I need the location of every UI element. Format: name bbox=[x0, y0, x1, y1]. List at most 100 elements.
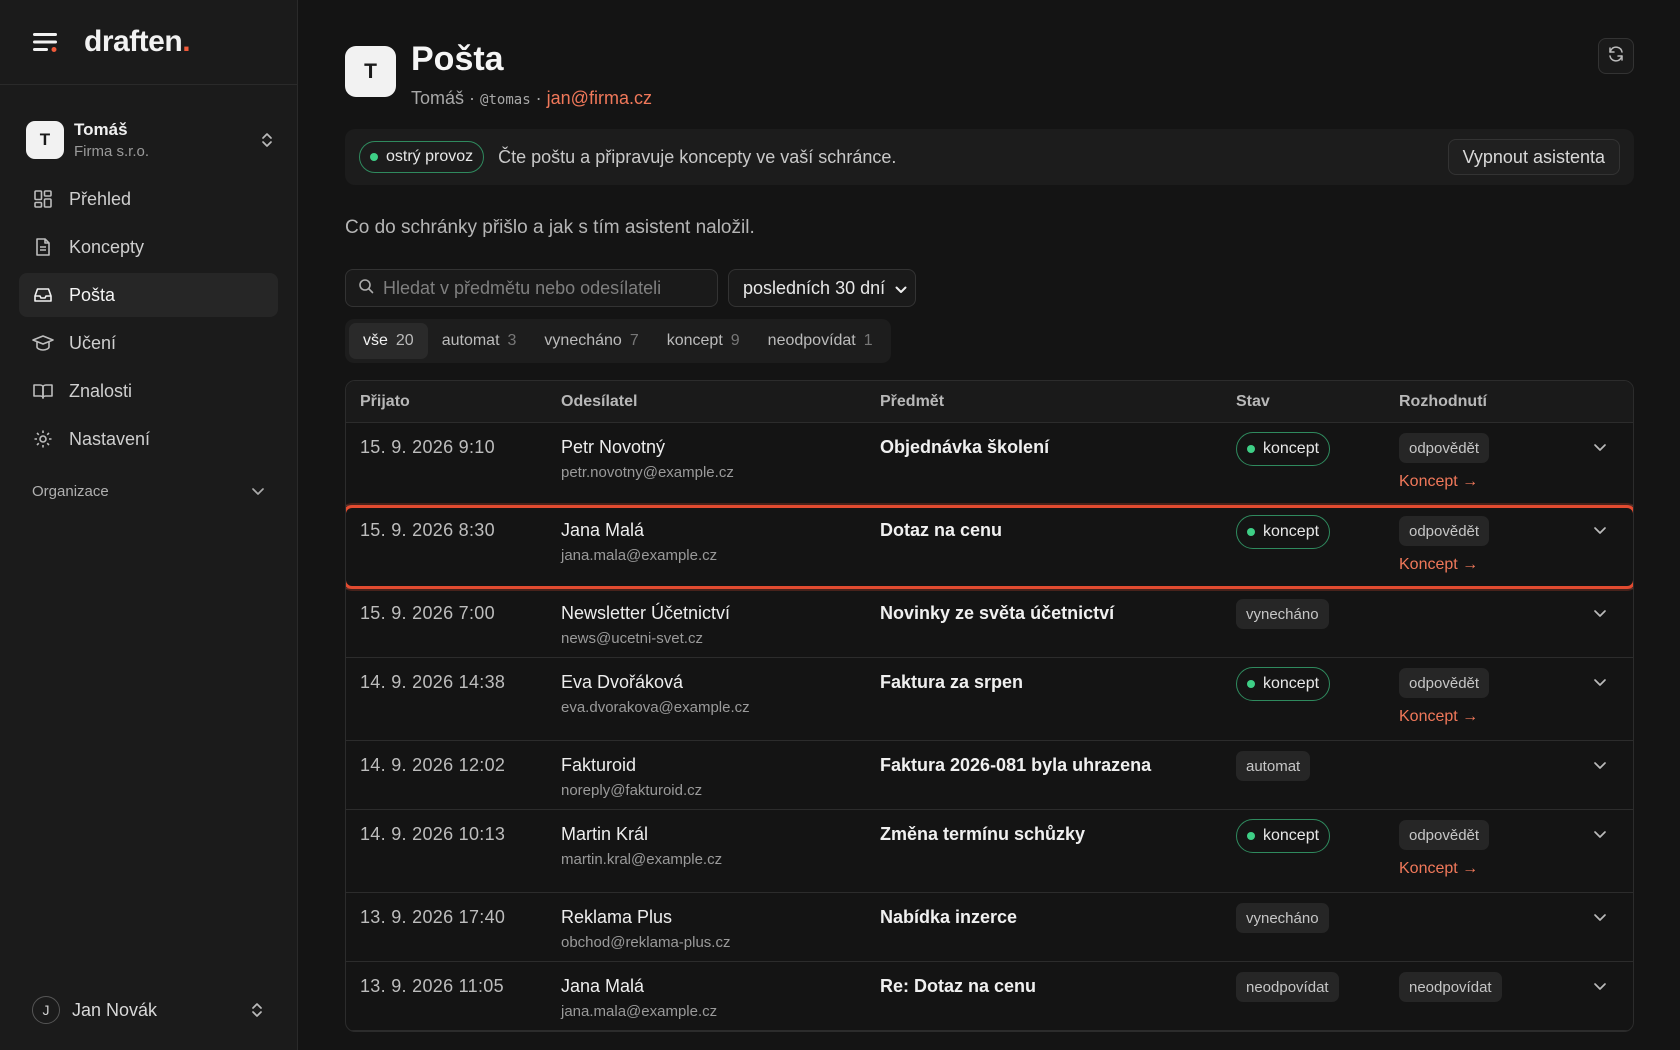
separator: · bbox=[535, 88, 542, 108]
sidebar-item-label: Pošta bbox=[69, 284, 116, 305]
sidebar-item-label: Koncepty bbox=[69, 236, 145, 257]
subject-cell: Faktura 2026-081 byla uhrazena bbox=[880, 741, 1236, 809]
sidebar-item-label: Nastavení bbox=[69, 428, 151, 449]
page-description: Co do schránky přišlo a jak s tím asiste… bbox=[345, 217, 755, 238]
column-status[interactable]: Stav bbox=[1236, 393, 1399, 411]
owner-name: Tomáš bbox=[411, 88, 465, 108]
sender-name: Reklama Plus bbox=[561, 907, 673, 927]
decision-tag: odpovědět bbox=[1399, 433, 1490, 463]
user-name: Jan Novák bbox=[72, 999, 158, 1020]
sidebar-nav: Přehled Koncepty Pošta Učení Znalosti Na… bbox=[0, 177, 297, 461]
open-draft-link[interactable]: Koncept → bbox=[1399, 473, 1569, 491]
document-icon bbox=[32, 236, 54, 258]
tab-neodpovidat[interactable]: neodpovídat 1 bbox=[754, 323, 887, 359]
user-menu[interactable]: J Jan Novák bbox=[32, 996, 267, 1024]
expand-row-button[interactable] bbox=[1569, 506, 1631, 588]
status-dot-icon bbox=[1247, 445, 1255, 453]
sender-name: Petr Novotný bbox=[561, 437, 666, 457]
menu-icon[interactable] bbox=[32, 30, 60, 54]
status-label: koncept bbox=[1263, 440, 1320, 457]
subject-cell: Novinky ze světa účetnictví bbox=[880, 589, 1236, 657]
column-subject[interactable]: Předmět bbox=[880, 393, 1236, 411]
brand-logo[interactable]: draften. bbox=[84, 25, 191, 59]
status-badge: koncept bbox=[1236, 819, 1331, 853]
status-dot-icon bbox=[370, 153, 378, 161]
filters-bar: posledních 30 dní bbox=[345, 269, 1634, 307]
chevron-down-icon bbox=[1593, 909, 1607, 961]
tab-vse[interactable]: vše 20 bbox=[349, 323, 428, 359]
table-row[interactable]: 15. 9. 2026 9:10 Petr Novotný petr.novot… bbox=[346, 423, 1633, 506]
decision-cell bbox=[1399, 741, 1569, 809]
sender-email: obchod@reklama-plus.cz bbox=[561, 934, 731, 951]
tab-koncept[interactable]: koncept 9 bbox=[653, 323, 754, 359]
subject-text: Re: Dotaz na cenu bbox=[880, 976, 1037, 996]
expand-row-button[interactable] bbox=[1569, 810, 1631, 892]
sidebar-item-uceni[interactable]: Učení bbox=[19, 321, 278, 365]
sidebar-item-posta[interactable]: Pošta bbox=[19, 273, 278, 317]
date-range-value: posledních 30 dní bbox=[743, 277, 886, 298]
subject-text: Faktura za srpen bbox=[880, 672, 1024, 692]
status-dot-icon bbox=[1247, 680, 1255, 688]
owner-email-link[interactable]: jan@firma.cz bbox=[547, 88, 652, 108]
sidebar-item-nastaveni[interactable]: Nastavení bbox=[19, 417, 278, 461]
column-sender[interactable]: Odesílatel bbox=[561, 393, 880, 411]
table-row[interactable]: 14. 9. 2026 12:02 Fakturoid noreply@fakt… bbox=[346, 741, 1633, 810]
expand-row-button[interactable] bbox=[1569, 962, 1631, 1030]
subject-cell: Změna termínu schůzky bbox=[880, 810, 1236, 892]
open-draft-link[interactable]: Koncept → bbox=[1399, 708, 1569, 726]
expand-row-button[interactable] bbox=[1569, 658, 1631, 740]
table-row[interactable]: 14. 9. 2026 10:13 Martin Král martin.kra… bbox=[346, 810, 1633, 893]
sidebar-item-prehled[interactable]: Přehled bbox=[19, 177, 278, 221]
column-decision[interactable]: Rozhodnutí bbox=[1399, 393, 1569, 411]
expand-row-button[interactable] bbox=[1569, 893, 1631, 961]
table-row[interactable]: 14. 9. 2026 14:38 Eva Dvořáková eva.dvor… bbox=[346, 658, 1633, 741]
separator: · bbox=[469, 88, 476, 108]
subject-cell: Objednávka školení bbox=[880, 423, 1236, 505]
sidebar-item-koncepty[interactable]: Koncepty bbox=[19, 225, 278, 269]
expand-row-button[interactable] bbox=[1569, 741, 1631, 809]
status-dot-icon bbox=[1247, 832, 1255, 840]
column-received[interactable]: Přijato bbox=[346, 393, 561, 411]
subject-text: Faktura 2026-081 byla uhrazena bbox=[880, 755, 1152, 775]
open-draft-link[interactable]: Koncept → bbox=[1399, 860, 1569, 878]
search-input[interactable] bbox=[383, 277, 683, 299]
table-row[interactable]: 13. 9. 2026 11:05 Jana Malá jana.mala@ex… bbox=[346, 962, 1633, 1031]
table-body: 15. 9. 2026 9:10 Petr Novotný petr.novot… bbox=[346, 423, 1633, 1031]
live-status-label: ostrý provoz bbox=[386, 148, 474, 165]
tab-label: neodpovídat bbox=[767, 332, 856, 349]
table-row[interactable]: 15. 9. 2026 8:30 Jana Malá jana.mala@exa… bbox=[346, 505, 1633, 589]
sender-email: petr.novotny@example.cz bbox=[561, 464, 734, 481]
tab-vynechano[interactable]: vynecháno 7 bbox=[530, 323, 652, 359]
sidebar-item-znalosti[interactable]: Znalosti bbox=[19, 369, 278, 413]
disable-assistant-button[interactable]: Vypnout asistenta bbox=[1447, 139, 1620, 175]
expand-row-button[interactable] bbox=[1569, 423, 1631, 505]
refresh-button[interactable] bbox=[1598, 38, 1634, 74]
status-badge: koncept bbox=[1236, 515, 1331, 549]
received-cell: 15. 9. 2026 8:30 bbox=[360, 520, 495, 540]
organizace-section-toggle[interactable]: Organizace bbox=[32, 483, 265, 500]
user-avatar: J bbox=[32, 996, 60, 1024]
sender-name: Fakturoid bbox=[561, 755, 637, 775]
chevron-down-icon bbox=[1593, 978, 1607, 1030]
status-cell: neodpovídat bbox=[1236, 962, 1399, 1030]
search-box[interactable] bbox=[345, 269, 718, 307]
chevron-up-down-icon bbox=[257, 128, 277, 152]
status-badge: koncept bbox=[1236, 432, 1331, 466]
tab-count: 1 bbox=[863, 332, 873, 349]
sender-name: Jana Malá bbox=[561, 520, 645, 540]
table-row[interactable]: 13. 9. 2026 17:40 Reklama Plus obchod@re… bbox=[346, 893, 1633, 962]
tab-count: 7 bbox=[629, 332, 639, 349]
sender-email: martin.kral@example.cz bbox=[561, 851, 723, 868]
received-cell: 14. 9. 2026 14:38 bbox=[360, 672, 506, 692]
chevron-down-icon bbox=[895, 278, 907, 299]
open-draft-link[interactable]: Koncept → bbox=[1399, 556, 1569, 574]
tab-count: 9 bbox=[730, 332, 740, 349]
table-row[interactable]: 15. 9. 2026 7:00 Newsletter Účetnictví n… bbox=[346, 589, 1633, 658]
received-cell: 14. 9. 2026 10:13 bbox=[360, 824, 506, 844]
org-switcher[interactable]: T Tomáš Firma s.r.o. bbox=[26, 115, 277, 165]
sender-cell: Martin Král martin.kral@example.cz bbox=[561, 810, 880, 892]
date-range-select[interactable]: posledních 30 dní bbox=[728, 269, 917, 307]
owner-handle: @tomas bbox=[480, 92, 531, 108]
expand-row-button[interactable] bbox=[1569, 589, 1631, 657]
tab-automat[interactable]: automat 3 bbox=[428, 323, 531, 359]
